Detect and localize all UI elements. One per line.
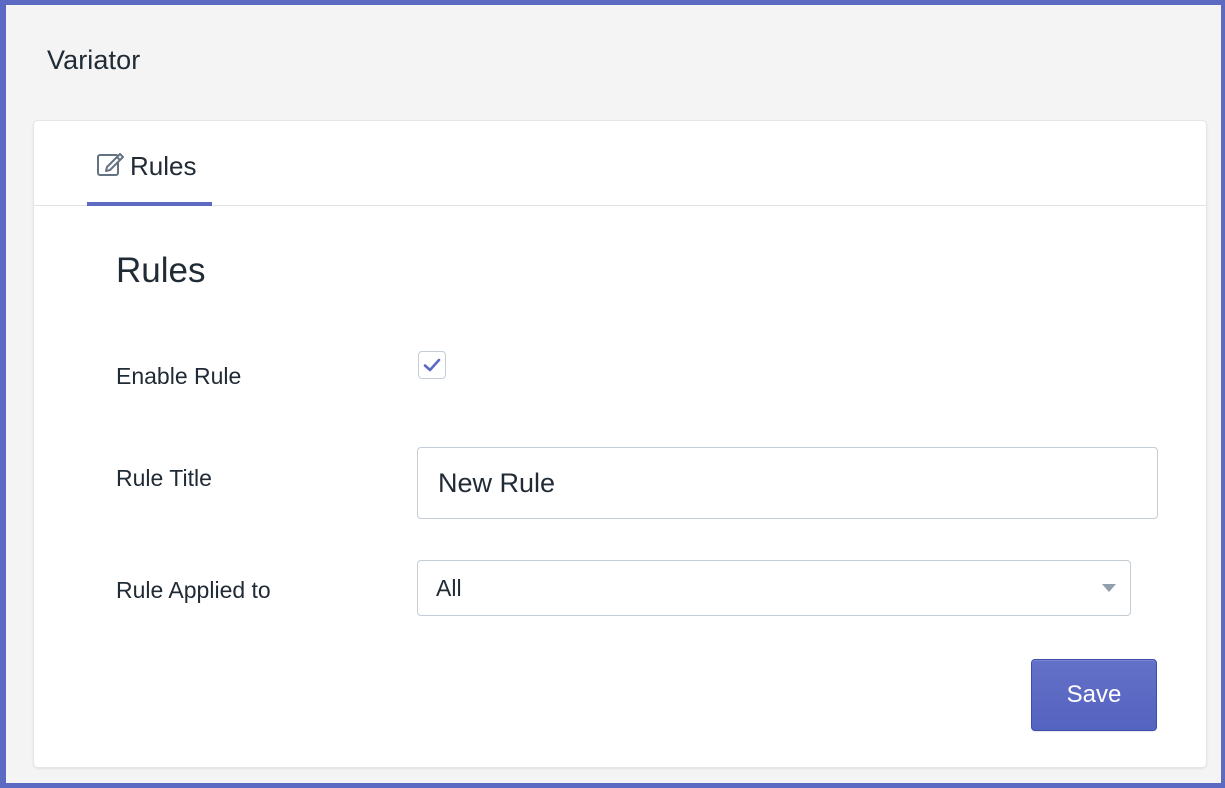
save-button[interactable]: Save <box>1031 659 1157 731</box>
chevron-down-icon <box>1102 584 1116 592</box>
section-title: Rules <box>116 251 206 290</box>
tab-rules[interactable]: Rules <box>87 121 212 206</box>
checkmark-icon <box>423 358 441 372</box>
rule-applied-to-label: Rule Applied to <box>116 577 271 603</box>
rule-title-label: Rule Title <box>116 465 212 491</box>
app-title: Variator <box>47 45 141 75</box>
tab-bar: Rules <box>34 121 1206 206</box>
tab-rules-label: Rules <box>130 151 197 181</box>
settings-card: Rules Rules Enable Rule Rule Title Rule … <box>33 120 1207 768</box>
rule-title-input[interactable] <box>417 447 1158 519</box>
edit-icon <box>95 149 127 181</box>
enable-rule-label: Enable Rule <box>116 363 242 389</box>
app-frame: Variator Rules Rules Enable Rule Rule Ti… <box>6 5 1221 783</box>
enable-rule-checkbox[interactable] <box>418 351 446 379</box>
rule-applied-to-select[interactable]: All <box>417 560 1131 616</box>
rule-applied-to-value: All <box>436 575 462 601</box>
